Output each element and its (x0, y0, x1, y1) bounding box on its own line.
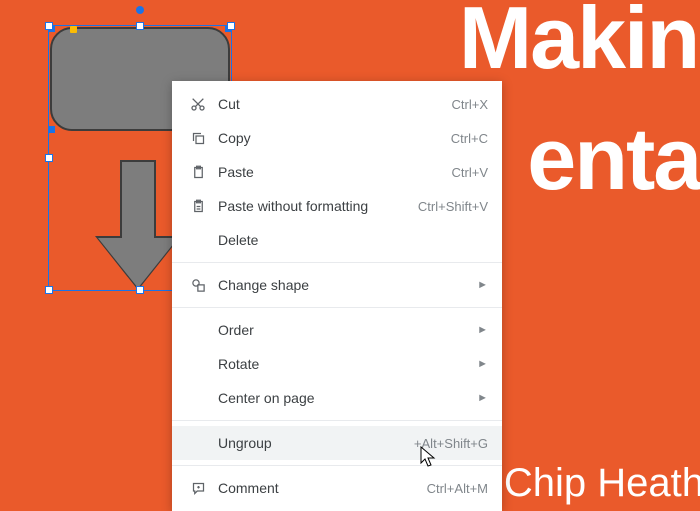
menu-paste[interactable]: Paste Ctrl+V (172, 155, 502, 189)
menu-label: Change shape (210, 277, 467, 293)
copy-icon (186, 131, 210, 146)
menu-copy[interactable]: Copy Ctrl+C (172, 121, 502, 155)
submenu-arrow-icon: ► (467, 358, 488, 370)
rotate-handle[interactable] (136, 6, 144, 14)
paste-icon (186, 165, 210, 180)
menu-shortcut: +Alt+Shift+G (404, 436, 488, 451)
resize-handle[interactable] (45, 286, 53, 294)
menu-paste-without-formatting[interactable]: Paste without formatting Ctrl+Shift+V (172, 189, 502, 223)
menu-change-shape[interactable]: Change shape ► (172, 268, 502, 302)
menu-cut[interactable]: Cut Ctrl+X (172, 87, 502, 121)
menu-shortcut: Ctrl+X (442, 97, 488, 112)
menu-order[interactable]: Order ► (172, 313, 502, 347)
resize-handle[interactable] (136, 286, 144, 294)
submenu-arrow-icon: ► (467, 392, 488, 404)
cut-icon (186, 96, 210, 112)
resize-handle[interactable] (136, 22, 144, 30)
slide-author-fragment: Chip Heath (504, 461, 700, 506)
submenu-arrow-icon: ► (467, 279, 488, 291)
menu-ungroup[interactable]: Ungroup +Alt+Shift+G (172, 426, 502, 460)
menu-delete[interactable]: Delete (172, 223, 502, 257)
slide-subtitle-fragment: entati (527, 108, 700, 210)
menu-shortcut: Ctrl+Shift+V (408, 199, 488, 214)
menu-label: Paste (210, 164, 442, 180)
resize-handle[interactable] (45, 22, 53, 30)
menu-label: Center on page (210, 390, 467, 406)
resize-handle[interactable] (227, 22, 235, 30)
menu-label: Delete (210, 232, 488, 248)
menu-label: Comment (210, 480, 417, 496)
submenu-arrow-icon: ► (467, 324, 488, 336)
menu-shortcut: Ctrl+C (441, 131, 488, 146)
menu-separator (172, 420, 502, 421)
resize-handle[interactable] (45, 154, 53, 162)
menu-label: Order (210, 322, 467, 338)
paste-plain-icon (186, 199, 210, 214)
slide-title: Making (459, 0, 700, 84)
comment-icon (186, 481, 210, 496)
change-shape-icon (186, 278, 210, 293)
menu-label: Ungroup (210, 435, 404, 451)
menu-separator (172, 465, 502, 466)
menu-separator (172, 307, 502, 308)
menu-label: Copy (210, 130, 441, 146)
menu-label: Rotate (210, 356, 467, 372)
menu-label: Paste without formatting (210, 198, 408, 214)
menu-rotate[interactable]: Rotate ► (172, 347, 502, 381)
menu-shortcut: Ctrl+V (442, 165, 488, 180)
context-menu: Cut Ctrl+X Copy Ctrl+C Paste Ctrl+V Past… (172, 81, 502, 511)
menu-center-on-page[interactable]: Center on page ► (172, 381, 502, 415)
menu-separator (172, 262, 502, 263)
menu-label: Cut (210, 96, 442, 112)
menu-shortcut: Ctrl+Alt+M (417, 481, 488, 496)
